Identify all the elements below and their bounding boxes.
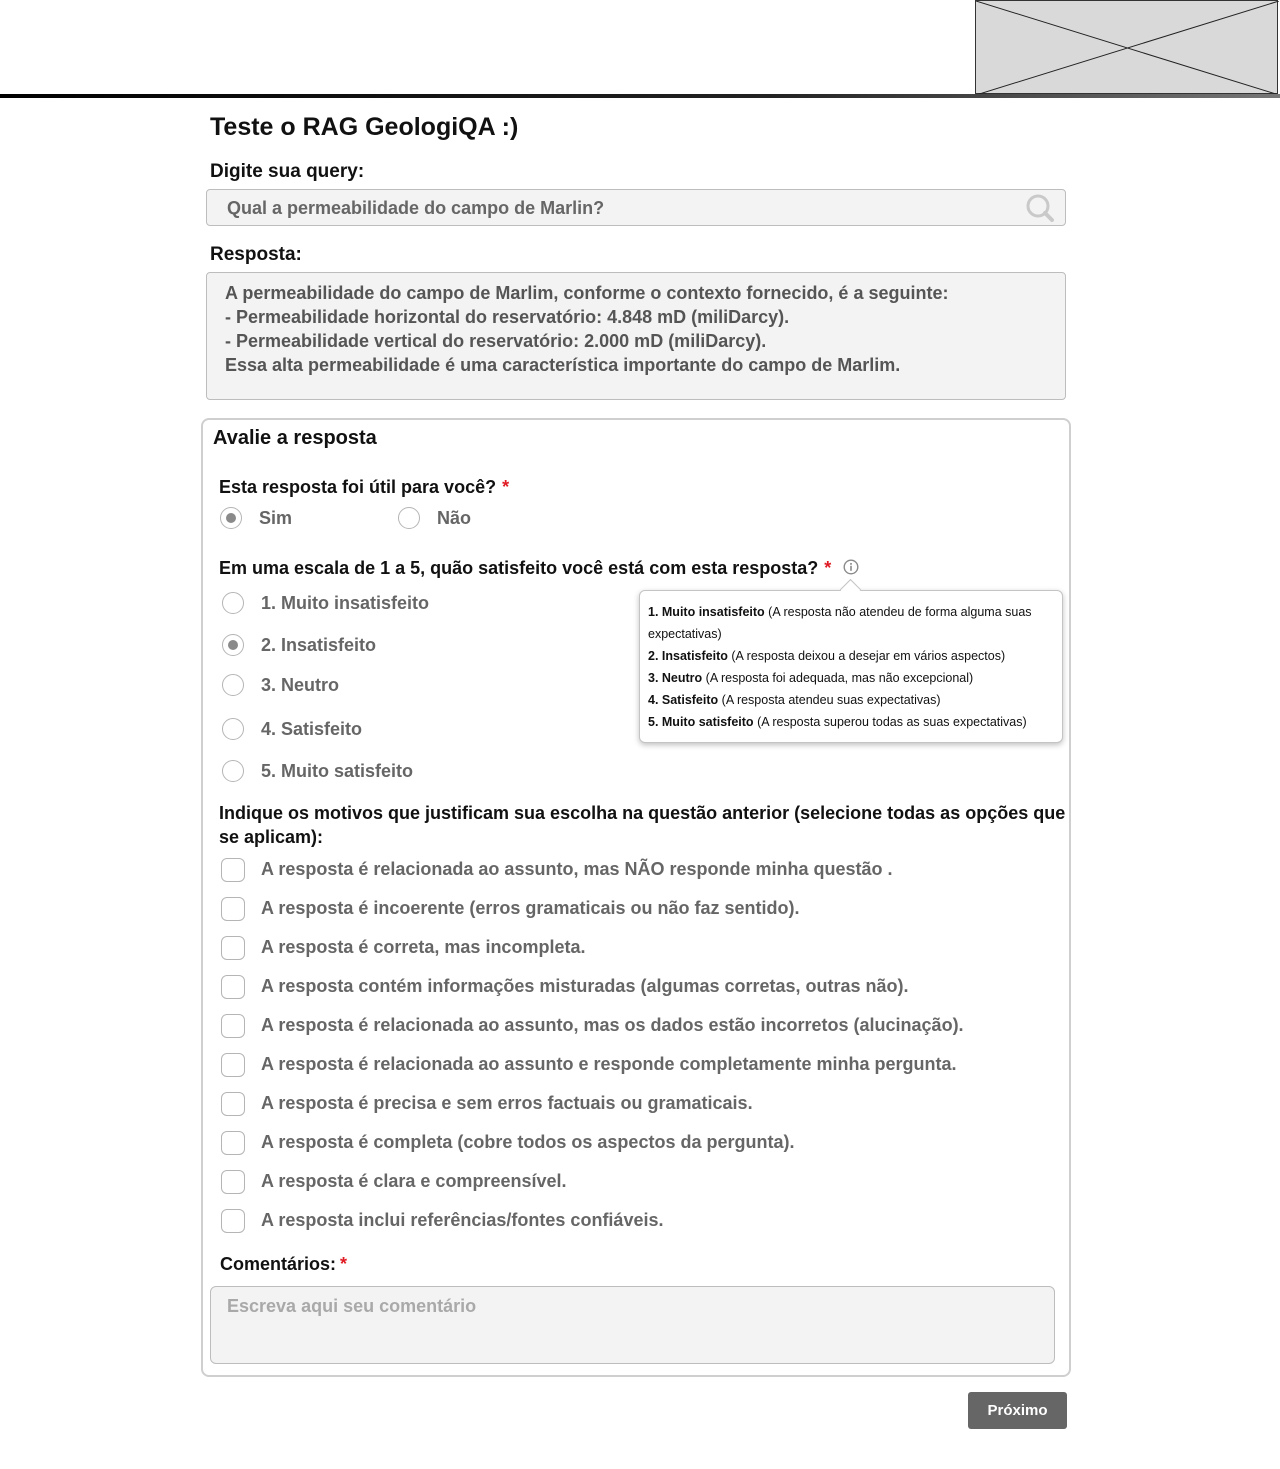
- answer-box: A permeabilidade do campo de Marlim, con…: [206, 272, 1066, 400]
- scale-radio-3[interactable]: [222, 674, 244, 696]
- reason-label-6[interactable]: A resposta é relacionada ao assunto e re…: [261, 1054, 957, 1075]
- reason-label-8[interactable]: A resposta é completa (cobre todos os as…: [261, 1132, 794, 1153]
- comment-input[interactable]: [210, 1286, 1055, 1364]
- reason-checkbox-5[interactable]: [221, 1014, 245, 1038]
- scale-label-1[interactable]: 1. Muito insatisfeito: [261, 593, 429, 614]
- useful-no-radio[interactable]: [398, 507, 420, 529]
- reason-checkbox-8[interactable]: [221, 1131, 245, 1155]
- search-input-value: Qual a permeabilidade do campo de Marlin…: [227, 198, 605, 218]
- scale-radio-5[interactable]: [222, 760, 244, 782]
- required-mark: *: [824, 558, 832, 578]
- useful-question-text: Esta resposta foi útil para você?: [219, 477, 497, 497]
- tooltip-line: 1. Muito insatisfeito (A resposta não at…: [648, 605, 1032, 641]
- required-mark: *: [340, 1254, 348, 1274]
- evaluation-title: Avalie a resposta: [213, 427, 377, 449]
- search-icon[interactable]: [1025, 194, 1055, 222]
- reason-checkbox-2[interactable]: [221, 897, 245, 921]
- header-divider: [0, 94, 1280, 98]
- reason-checkbox-1[interactable]: [221, 858, 245, 882]
- reason-label-10[interactable]: A resposta inclui referências/fontes con…: [261, 1210, 663, 1231]
- scale-radio-4[interactable]: [222, 718, 244, 740]
- reason-label-1[interactable]: A resposta é relacionada ao assunto, mas…: [261, 859, 893, 880]
- comments-label: Comentários: *: [220, 1254, 347, 1275]
- tooltip-line: 3. Neutro (A resposta foi adequada, mas …: [648, 671, 974, 685]
- info-icon[interactable]: [843, 559, 859, 575]
- reason-checkbox-4[interactable]: [221, 975, 245, 999]
- reasons-question-line: Indique os motivos que justificam sua es…: [219, 803, 1066, 823]
- top-bar: [0, 0, 1280, 99]
- scale-radio-1[interactable]: [222, 592, 244, 614]
- scale-question: Em uma escala de 1 a 5, quão satisfeito …: [219, 558, 831, 579]
- useful-no-label[interactable]: Não: [437, 508, 471, 529]
- tooltip-line: 5. Muito satisfeito (A resposta superou …: [648, 715, 1027, 729]
- logo-placeholder: [975, 0, 1279, 95]
- scale-label-5[interactable]: 5. Muito satisfeito: [261, 761, 413, 782]
- reason-label-7[interactable]: A resposta é precisa e sem erros factuai…: [261, 1093, 753, 1114]
- reason-label-2[interactable]: A resposta é incoerente (erros gramatica…: [261, 898, 799, 919]
- answer-line: - Permeabilidade horizontal do reservató…: [225, 307, 790, 327]
- image-placeholder-icon: [976, 1, 1279, 95]
- reason-checkbox-6[interactable]: [221, 1053, 245, 1077]
- scale-label-3[interactable]: 3. Neutro: [261, 675, 339, 696]
- reason-checkbox-9[interactable]: [221, 1170, 245, 1194]
- search-input[interactable]: Qual a permeabilidade do campo de Marlin…: [206, 189, 1066, 226]
- useful-yes-radio[interactable]: [220, 507, 242, 529]
- answer-line: - Permeabilidade vertical do reservatóri…: [225, 331, 767, 351]
- page-title: Teste o RAG GeologiQA :): [210, 113, 519, 141]
- reason-label-4[interactable]: A resposta contém informações misturadas…: [261, 976, 909, 997]
- scale-label-4[interactable]: 4. Satisfeito: [261, 719, 362, 740]
- scale-label-2[interactable]: 2. Insatisfeito: [261, 635, 376, 656]
- useful-yes-label[interactable]: Sim: [259, 508, 292, 529]
- comments-label-text: Comentários:: [220, 1254, 337, 1274]
- reason-checkbox-7[interactable]: [221, 1092, 245, 1116]
- scale-question-text: Em uma escala de 1 a 5, quão satisfeito …: [219, 558, 819, 578]
- reason-checkbox-10[interactable]: [221, 1209, 245, 1233]
- required-mark: *: [502, 477, 510, 497]
- scale-radio-2[interactable]: [222, 634, 244, 656]
- tooltip-line: 2. Insatisfeito (A resposta deixou a des…: [648, 649, 1006, 663]
- next-button[interactable]: Próximo: [968, 1392, 1067, 1429]
- reason-label-9[interactable]: A resposta é clara e compreensível.: [261, 1171, 567, 1192]
- reason-checkbox-3[interactable]: [221, 936, 245, 960]
- reasons-question-line: se aplicam):: [219, 827, 324, 847]
- reason-label-3[interactable]: A resposta é correta, mas incompleta.: [261, 937, 585, 958]
- tooltip-line: 4. Satisfeito (A resposta atendeu suas e…: [648, 693, 941, 707]
- scale-tooltip: 1. Muito insatisfeito (A resposta não at…: [639, 590, 1063, 743]
- answer-label: Resposta:: [210, 244, 302, 265]
- reasons-question: Indique os motivos que justificam sua es…: [219, 801, 1065, 849]
- answer-line: Essa alta permeabilidade é uma caracterí…: [225, 355, 901, 375]
- answer-line: A permeabilidade do campo de Marlim, con…: [225, 283, 949, 303]
- useful-question: Esta resposta foi útil para você? *: [219, 477, 509, 498]
- query-label: Digite sua query:: [210, 161, 365, 182]
- reason-label-5[interactable]: A resposta é relacionada ao assunto, mas…: [261, 1015, 964, 1036]
